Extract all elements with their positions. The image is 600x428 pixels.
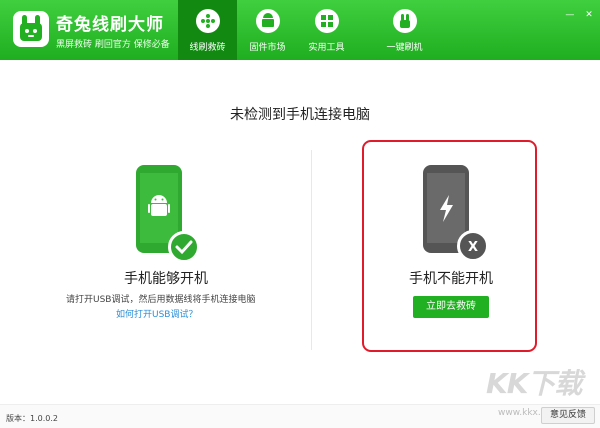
window-controls: — ✕ xyxy=(563,2,596,20)
divider xyxy=(311,150,312,350)
option-can-boot-desc: 请打开USB调试，然后用数据线将手机连接电脑 xyxy=(66,295,256,305)
rabbit-icon xyxy=(393,9,417,33)
tab-one-click-flash[interactable]: 一键刷机 xyxy=(375,0,434,60)
x-badge-icon: X xyxy=(457,230,489,262)
page-title: 未检测到手机连接电脑 xyxy=(230,107,370,123)
usb-debug-help-link[interactable]: 如何打开USB调试？ xyxy=(116,307,197,320)
tab-label: 固件市场 xyxy=(249,43,286,53)
minimize-icon[interactable]: — xyxy=(563,9,577,21)
option-can-boot-title: 手机能够开机 xyxy=(124,271,208,287)
tab-line-flash-rescue[interactable]: 线刷救砖 xyxy=(178,0,237,60)
tab-useful-tools[interactable]: 实用工具 xyxy=(297,0,356,60)
watermark-logo: KK下载 xyxy=(486,367,582,400)
plus-dots-icon xyxy=(196,9,220,33)
check-icon xyxy=(168,231,200,263)
android-box-icon xyxy=(256,9,280,33)
app-name: 奇兔线刷大师 xyxy=(56,15,164,35)
grid-icon xyxy=(315,9,339,33)
app-slogan: 黑屏救砖 刷回官方 保修必备 xyxy=(56,40,170,50)
svg-text:X: X xyxy=(468,240,478,255)
close-icon[interactable]: ✕ xyxy=(582,9,596,21)
option-cannot-boot-title: 手机不能开机 xyxy=(409,271,493,287)
tab-label: 实用工具 xyxy=(308,43,345,53)
tab-label: 一键刷机 xyxy=(386,43,423,53)
tab-label: 线刷救砖 xyxy=(189,43,226,53)
app-window: 奇兔线刷大师 黑屏救砖 刷回官方 保修必备 线刷救砖 固件市场 实用工具 一键刷… xyxy=(0,0,600,428)
tab-firmware-market[interactable]: 固件市场 xyxy=(238,0,297,60)
version-label: 版本：1.0.0.2 xyxy=(6,414,58,423)
feedback-button[interactable]: 意见反馈 xyxy=(541,407,595,424)
header-bar: 奇兔线刷大师 黑屏救砖 刷回官方 保修必备 线刷救砖 固件市场 实用工具 一键刷… xyxy=(0,0,600,60)
rescue-now-button[interactable]: 立即去救砖 xyxy=(413,296,489,318)
rabbit-logo-icon xyxy=(13,11,49,47)
